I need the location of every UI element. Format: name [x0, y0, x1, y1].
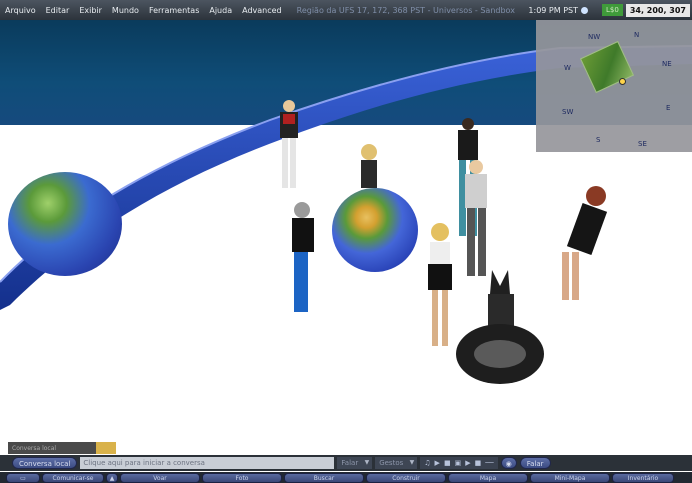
- voice-toggle-button[interactable]: ◉: [500, 457, 517, 469]
- bottom-toolbar: ▭ Comunicar-se ▲ Voar Foto Buscar Constr…: [0, 472, 692, 483]
- chat-input[interactable]: Clique aqui para iniciar a conversa: [80, 457, 335, 469]
- minimap-label-nw: NW: [588, 33, 601, 41]
- fly-button[interactable]: Voar: [120, 472, 200, 483]
- media-icon[interactable]: ▣: [455, 459, 462, 467]
- minimap-label-ne: NE: [662, 60, 672, 68]
- chat-history-tab[interactable]: Conversa local: [8, 442, 116, 454]
- globe-left[interactable]: [8, 172, 122, 276]
- stop-icon[interactable]: ■: [444, 459, 451, 467]
- chat-tab-label: Conversa local: [12, 444, 57, 452]
- info-icon[interactable]: [581, 6, 588, 14]
- gestures-dropdown[interactable]: Gestos ▼: [375, 457, 418, 469]
- chevron-down-icon: ▼: [364, 459, 370, 466]
- avatar-blonde-center[interactable]: [356, 142, 382, 192]
- menu-editar[interactable]: Editar: [41, 6, 75, 15]
- minimap-label-sw: SW: [562, 108, 574, 116]
- say-dropdown-label: Falar: [341, 459, 359, 467]
- chevron-down-icon: ▼: [409, 459, 415, 466]
- media-controls[interactable]: ♫ ▶ ■ ▣ ▶ ■ ──: [420, 457, 498, 469]
- local-chat-button[interactable]: Conversa local: [12, 457, 78, 469]
- avatar-dark-creature[interactable]: [452, 264, 548, 398]
- search-button[interactable]: Buscar: [284, 472, 364, 483]
- snapshot-button[interactable]: Foto: [202, 472, 282, 483]
- coordinates-display: 34, 200, 307: [625, 3, 690, 17]
- minimap-you-marker: [619, 78, 626, 85]
- play-icon[interactable]: ▶: [435, 459, 440, 467]
- avatar-bald-grey[interactable]: [456, 158, 496, 280]
- avatar-redhead[interactable]: [548, 184, 614, 304]
- menu-advanced[interactable]: Advanced: [237, 6, 287, 15]
- speak-button[interactable]: Falar: [519, 457, 551, 469]
- mini-map[interactable]: NW N NE W E SW S SE: [536, 20, 692, 152]
- communicate-arrow-button[interactable]: ▲: [106, 472, 118, 483]
- communicate-button[interactable]: Comunicar-se: [42, 472, 104, 483]
- minimap-land-parcel: [579, 40, 635, 94]
- menu-mundo[interactable]: Mundo: [107, 6, 144, 15]
- menu-exibir[interactable]: Exibir: [74, 6, 107, 15]
- chat-toggle-icon[interactable]: ▭: [6, 472, 40, 483]
- gestures-dropdown-label: Gestos: [379, 459, 404, 467]
- menu-ferramentas[interactable]: Ferramentas: [144, 6, 204, 15]
- volume-slider[interactable]: ──: [485, 459, 493, 467]
- minimap-label-e: E: [666, 104, 671, 112]
- minimap-label-n: N: [634, 31, 640, 39]
- globe-center[interactable]: [332, 188, 418, 272]
- map-button[interactable]: Mapa: [448, 472, 528, 483]
- minimap-label-s: S: [596, 136, 601, 144]
- avatar-blonde-dress[interactable]: [408, 220, 458, 352]
- play-media-icon[interactable]: ▶: [465, 459, 470, 467]
- inventory-button[interactable]: Inventário: [612, 472, 674, 483]
- chat-bar: Conversa local Clique aqui para iniciar …: [0, 455, 692, 471]
- region-info[interactable]: Região da UFS 17, 172, 368 PST - Univers…: [297, 6, 529, 15]
- avatar-standing-back[interactable]: [272, 98, 306, 194]
- menu-bar: Arquivo Editar Exibir Mundo Ferramentas …: [0, 0, 692, 20]
- menu-arquivo[interactable]: Arquivo: [0, 6, 41, 15]
- stop-media-icon[interactable]: ■: [475, 459, 482, 467]
- minimap-label-w: W: [564, 64, 571, 72]
- menu-ajuda[interactable]: Ajuda: [204, 6, 237, 15]
- money-badge[interactable]: L$0: [602, 4, 623, 16]
- say-dropdown[interactable]: Falar ▼: [337, 457, 373, 469]
- clock: 1:09 PM PST: [528, 5, 578, 15]
- chat-tab-accent: [96, 442, 116, 454]
- music-icon[interactable]: ♫: [424, 459, 430, 467]
- minimap-label-se: SE: [638, 140, 647, 148]
- build-button[interactable]: Construir: [366, 472, 446, 483]
- avatar-grey-hair[interactable]: [284, 200, 324, 320]
- mini-map-button[interactable]: Mini-Mapa: [530, 472, 610, 483]
